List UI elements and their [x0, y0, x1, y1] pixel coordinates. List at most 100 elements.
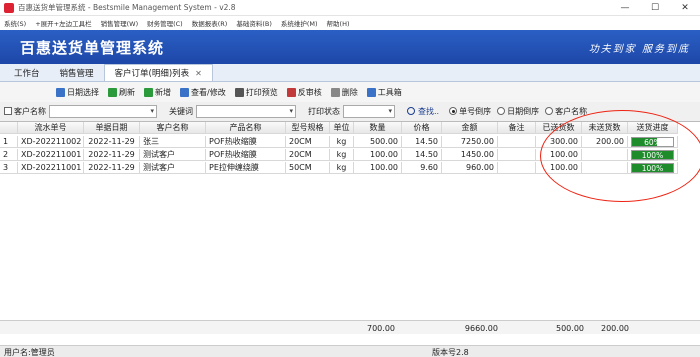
customer-select[interactable]: ▾: [49, 104, 157, 118]
table-row[interactable]: 3 XD-202211001 2022-11-29 测试客户 PE拉伸缠绕膜 5…: [0, 162, 700, 174]
add-button[interactable]: 新增: [144, 87, 171, 98]
print-status-select[interactable]: ▾: [343, 104, 395, 118]
close-button[interactable]: ✕: [670, 0, 700, 16]
tab-workbench[interactable]: 工作台: [4, 65, 50, 81]
refresh-button[interactable]: 刷新: [108, 87, 135, 98]
price-cell: 14.50: [402, 149, 442, 161]
spec-cell: 20CM: [286, 136, 330, 148]
toolbar-label: 查看/修改: [191, 87, 226, 97]
unaudit-button[interactable]: 反审核: [286, 87, 322, 98]
chevron-down-icon: ▾: [388, 106, 392, 115]
search-label: 查找..: [418, 106, 440, 116]
product-cell: POF热收缩膜: [206, 136, 286, 148]
date-select-button[interactable]: 日期选择: [56, 87, 99, 98]
unit-cell: kg: [330, 136, 354, 148]
toolbox-button[interactable]: 工具箱: [366, 87, 402, 98]
progress-cell: 100%: [628, 162, 678, 174]
price-cell: 14.50: [402, 136, 442, 148]
search-icon: [407, 107, 415, 115]
progress-cell: 60%: [628, 136, 678, 148]
tab-sales[interactable]: 销售管理: [50, 65, 104, 81]
column-header[interactable]: 送货进度: [628, 122, 678, 134]
tab-close-icon[interactable]: ✕: [195, 69, 202, 78]
remark-cell: [498, 136, 536, 148]
keyword-input[interactable]: ▾: [196, 104, 296, 118]
print-preview-button[interactable]: 打印预览: [234, 87, 278, 98]
menu-maintenance[interactable]: 系统维护(M): [281, 18, 318, 28]
column-header[interactable]: 型号规格: [286, 122, 330, 134]
table-totals-row: 700.00 9660.00 500.00 200.00: [0, 320, 700, 334]
column-header[interactable]: 价格: [402, 122, 442, 134]
quantity-cell: 100.00: [354, 162, 402, 174]
filter-bar: 客户名称 ▾ 关键词 ▾ 打印状态 ▾ 查找.. 单号倒序 日期倒序 客户名称: [0, 102, 700, 120]
date-cell: 2022-11-29: [84, 162, 140, 174]
unit-cell: kg: [330, 149, 354, 161]
app-banner: 百惠送货单管理系统 功夫到家 服务到底: [0, 30, 700, 64]
product-cell: POF热收缩膜: [206, 149, 286, 161]
customer-filter-checkbox[interactable]: [4, 107, 12, 115]
edit-icon: [180, 87, 189, 97]
customer-cell: 测试客户: [140, 162, 206, 174]
radio-label: 日期倒序: [507, 106, 540, 116]
column-header[interactable]: 产品名称: [206, 122, 286, 134]
chevron-down-icon: ▾: [289, 106, 293, 115]
column-header[interactable]: 金额: [442, 122, 498, 134]
app-slogan: 功夫到家 服务到底: [588, 43, 690, 55]
quantity-cell: 100.00: [354, 149, 402, 161]
amount-cell: 7250.00: [442, 136, 498, 148]
table-row[interactable]: 2 XD-202211001 2022-11-29 测试客户 POF热收缩膜 2…: [0, 149, 700, 161]
column-header[interactable]: 备注: [498, 122, 536, 134]
order-number-cell: XD-202211001: [18, 162, 84, 174]
column-header[interactable]: 已送货数: [536, 122, 582, 134]
menu-basic-data[interactable]: 基础资料(B): [236, 18, 272, 28]
print-icon: [234, 87, 244, 97]
column-header[interactable]: 单据日期: [84, 122, 140, 134]
total-delivered: 500.00: [556, 324, 584, 333]
sort-by-date-radio[interactable]: 日期倒序: [497, 106, 539, 117]
column-header: [0, 122, 18, 134]
column-header[interactable]: 未送货数: [582, 122, 628, 134]
column-header[interactable]: 数量: [354, 122, 402, 134]
radio-label: 客户名称: [555, 106, 588, 116]
price-cell: 9.60: [402, 162, 442, 174]
tab-label: 客户订单(明细)列表: [114, 69, 190, 79]
view-edit-button[interactable]: 查看/修改: [180, 87, 226, 98]
search-button[interactable]: 查找..: [407, 106, 439, 117]
unaudit-icon: [286, 87, 296, 97]
radio-dot: [497, 107, 506, 115]
tab-order-list[interactable]: 客户订单(明细)列表 ✕: [103, 64, 213, 81]
delete-button[interactable]: 删除: [330, 87, 358, 98]
app-title: 百惠送货单管理系统: [20, 38, 165, 57]
sort-by-customer-radio[interactable]: 客户名称: [545, 106, 587, 117]
toolbar-label: 日期选择: [67, 87, 99, 97]
progress-label: 100%: [641, 151, 664, 160]
menu-expand-toolbar[interactable]: +展开+左边工具栏: [35, 18, 91, 28]
table-row[interactable]: 1 XD-202211002 2022-11-29 张三 POF热收缩膜 20C…: [0, 136, 700, 148]
column-header[interactable]: 流水单号: [18, 122, 84, 134]
menu-sales[interactable]: 销售管理(W): [101, 18, 139, 28]
total-undelivered: 200.00: [601, 324, 629, 333]
customer-cell: 张三: [140, 136, 206, 148]
column-header[interactable]: 单位: [330, 122, 354, 134]
customer-cell: 测试客户: [140, 149, 206, 161]
delivered-cell: 100.00: [536, 162, 582, 174]
menu-finance[interactable]: 财务管理(C): [147, 18, 183, 28]
maximize-button[interactable]: ☐: [640, 0, 670, 16]
toolbar-label: 新增: [155, 87, 171, 97]
sort-by-order-radio[interactable]: 单号倒序: [449, 106, 491, 117]
undelivered-cell: 200.00: [582, 136, 628, 148]
delivered-cell: 100.00: [536, 149, 582, 161]
menu-system[interactable]: 系统(S): [4, 18, 26, 28]
menu-reports[interactable]: 数据报表(R): [192, 18, 228, 28]
menu-bar: 系统(S) +展开+左边工具栏 销售管理(W) 财务管理(C) 数据报表(R) …: [0, 16, 700, 30]
menu-help[interactable]: 帮助(H): [327, 18, 350, 28]
total-quantity: 700.00: [367, 324, 395, 333]
spec-cell: 50CM: [286, 162, 330, 174]
delivery-progress-bar: 100%: [631, 150, 674, 160]
column-header[interactable]: 客户名称: [140, 122, 206, 134]
progress-label: 60%: [644, 138, 661, 147]
toolbar-label: 工具箱: [377, 87, 402, 97]
spec-cell: 20CM: [286, 149, 330, 161]
tab-label: 销售管理: [59, 69, 94, 79]
minimize-button[interactable]: —: [610, 0, 640, 16]
